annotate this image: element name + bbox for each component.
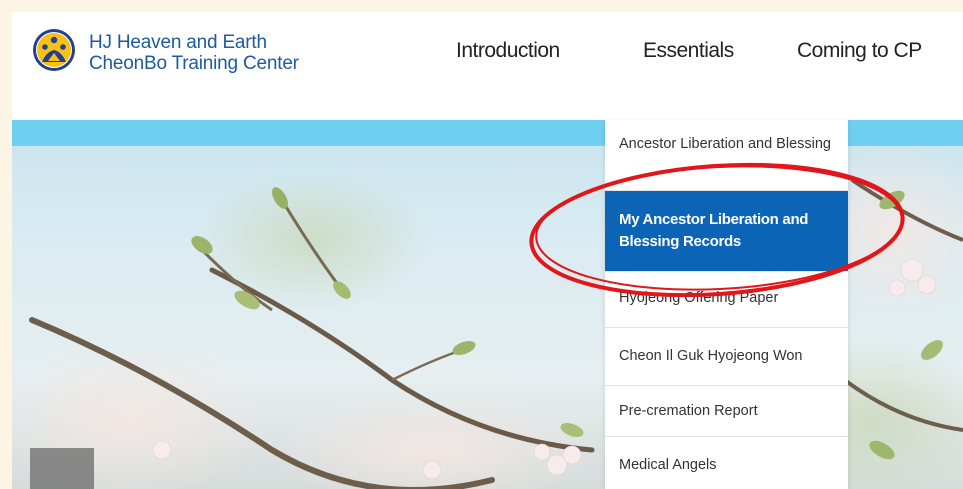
menu-item-ancestor-liberation[interactable]: Ancestor Liberation and Blessing xyxy=(605,120,848,191)
brand-name[interactable]: HJ Heaven and Earth CheonBo Training Cen… xyxy=(89,32,299,74)
menu-item-label: Pre-cremation Report xyxy=(619,403,758,419)
essentials-dropdown-menu: Ancestor Liberation and Blessing My Ance… xyxy=(605,120,848,489)
menu-item-cheon-il-guk[interactable]: Cheon Il Guk Hyojeong Won xyxy=(605,328,848,386)
menu-item-label: Hyojeong Offering Paper xyxy=(619,290,779,306)
nav-coming-to-cp[interactable]: Coming to CP xyxy=(797,39,922,63)
menu-item-label: Cheon Il Guk Hyojeong Won xyxy=(619,348,803,364)
site-header: HJ Heaven and Earth CheonBo Training Cen… xyxy=(12,12,963,120)
menu-item-my-ancestor-records[interactable]: My Ancestor Liberation and Blessing Reco… xyxy=(605,191,848,272)
menu-item-hyojeong-offering-paper[interactable]: Hyojeong Offering Paper xyxy=(605,272,848,328)
site-frame: HJ Heaven and Earth CheonBo Training Cen… xyxy=(12,12,963,489)
nav-introduction[interactable]: Introduction xyxy=(456,39,560,63)
hj-cheonbo-logo-icon[interactable] xyxy=(32,28,76,72)
menu-item-label: Ancestor Liberation and Blessing xyxy=(619,136,831,152)
menu-item-pre-cremation[interactable]: Pre-cremation Report xyxy=(605,386,848,437)
menu-item-label: Medical Angels xyxy=(619,457,717,473)
slider-control[interactable] xyxy=(30,448,94,489)
brand-line-2: CheonBo Training Center xyxy=(89,53,299,74)
menu-item-label: My Ancestor Liberation and Blessing Reco… xyxy=(619,211,809,250)
menu-item-medical-angels[interactable]: Medical Angels xyxy=(605,437,848,489)
brand-line-1: HJ Heaven and Earth xyxy=(89,32,267,53)
nav-essentials[interactable]: Essentials xyxy=(643,39,734,63)
